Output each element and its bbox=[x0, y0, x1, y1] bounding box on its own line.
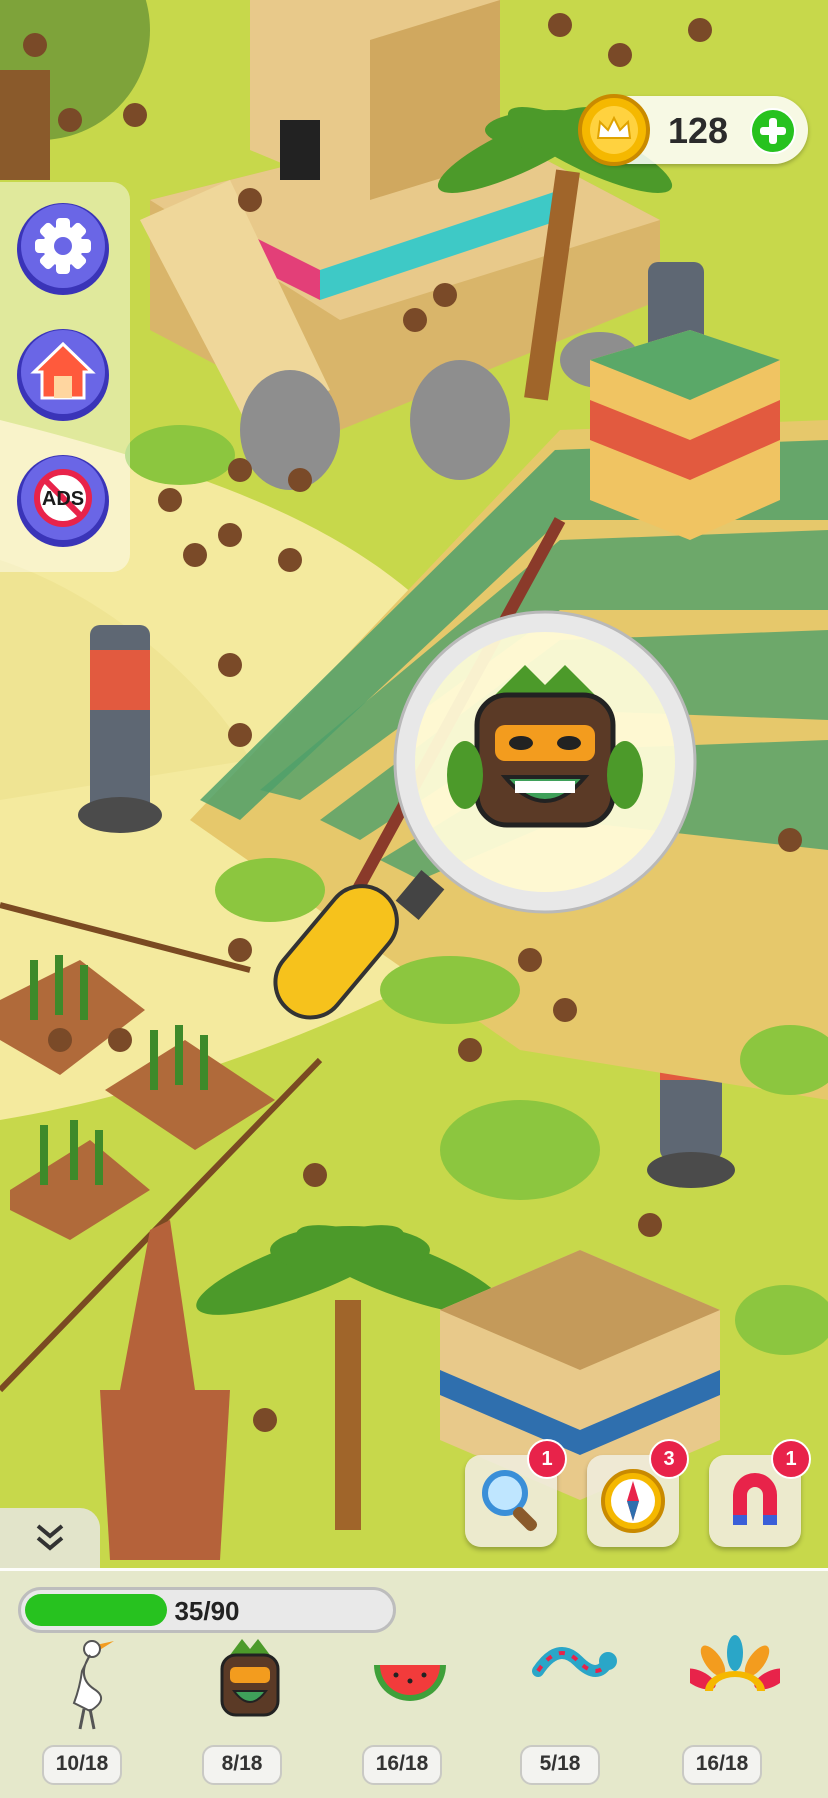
heron-icon bbox=[72, 1640, 114, 1730]
progress-label: 35/90 bbox=[174, 1596, 240, 1626]
remove-ads-button[interactable]: ADS bbox=[14, 452, 112, 550]
magnet-powerup-button[interactable]: 1 bbox=[709, 1439, 811, 1547]
target-count: 10/18 bbox=[42, 1745, 122, 1785]
collapse-panel-button[interactable] bbox=[0, 1508, 100, 1568]
side-menu: ADS bbox=[0, 182, 130, 572]
target-item-watermelon[interactable]: 16/18 bbox=[350, 1631, 470, 1791]
gear-icon bbox=[17, 203, 109, 295]
snake-icon bbox=[532, 1647, 617, 1677]
magnifier-powerup-button[interactable]: 1 bbox=[465, 1439, 567, 1547]
target-item-heron[interactable]: 10/18 bbox=[30, 1631, 150, 1791]
target-item-snake[interactable]: 5/18 bbox=[508, 1631, 628, 1791]
target-item-headdress[interactable]: 16/18 bbox=[670, 1631, 790, 1791]
objectives-panel: 35/90 10/18 8/18 16/18 5/18 16/18 bbox=[0, 1568, 828, 1798]
target-count: 5/18 bbox=[520, 1745, 600, 1785]
coin-counter: 128 bbox=[578, 94, 808, 166]
coin-count: 128 bbox=[668, 110, 729, 151]
totem-left bbox=[78, 625, 162, 833]
headdress-icon bbox=[690, 1635, 780, 1691]
target-count: 8/18 bbox=[202, 1745, 282, 1785]
settings-button[interactable] bbox=[14, 200, 112, 298]
watermelon-icon bbox=[374, 1665, 446, 1701]
home-button[interactable] bbox=[14, 326, 112, 424]
magnifier-count-badge: 1 bbox=[527, 1439, 567, 1479]
target-count: 16/18 bbox=[362, 1745, 442, 1785]
crown-coin-icon bbox=[578, 94, 650, 166]
tiki-mask-icon bbox=[220, 1639, 280, 1717]
home-icon bbox=[17, 329, 109, 421]
target-count: 16/18 bbox=[682, 1745, 762, 1785]
level-progress-bar: 35/90 bbox=[18, 1587, 396, 1633]
ads-label: ADS bbox=[41, 488, 85, 510]
chevron-double-down-icon bbox=[36, 1524, 64, 1551]
add-coins-button[interactable] bbox=[750, 108, 796, 154]
target-item-tiki-mask[interactable]: 8/18 bbox=[190, 1631, 310, 1791]
compass-powerup-button[interactable]: 3 bbox=[587, 1439, 689, 1547]
compass-count-badge: 3 bbox=[649, 1439, 689, 1479]
magnet-count-badge: 1 bbox=[771, 1439, 811, 1479]
